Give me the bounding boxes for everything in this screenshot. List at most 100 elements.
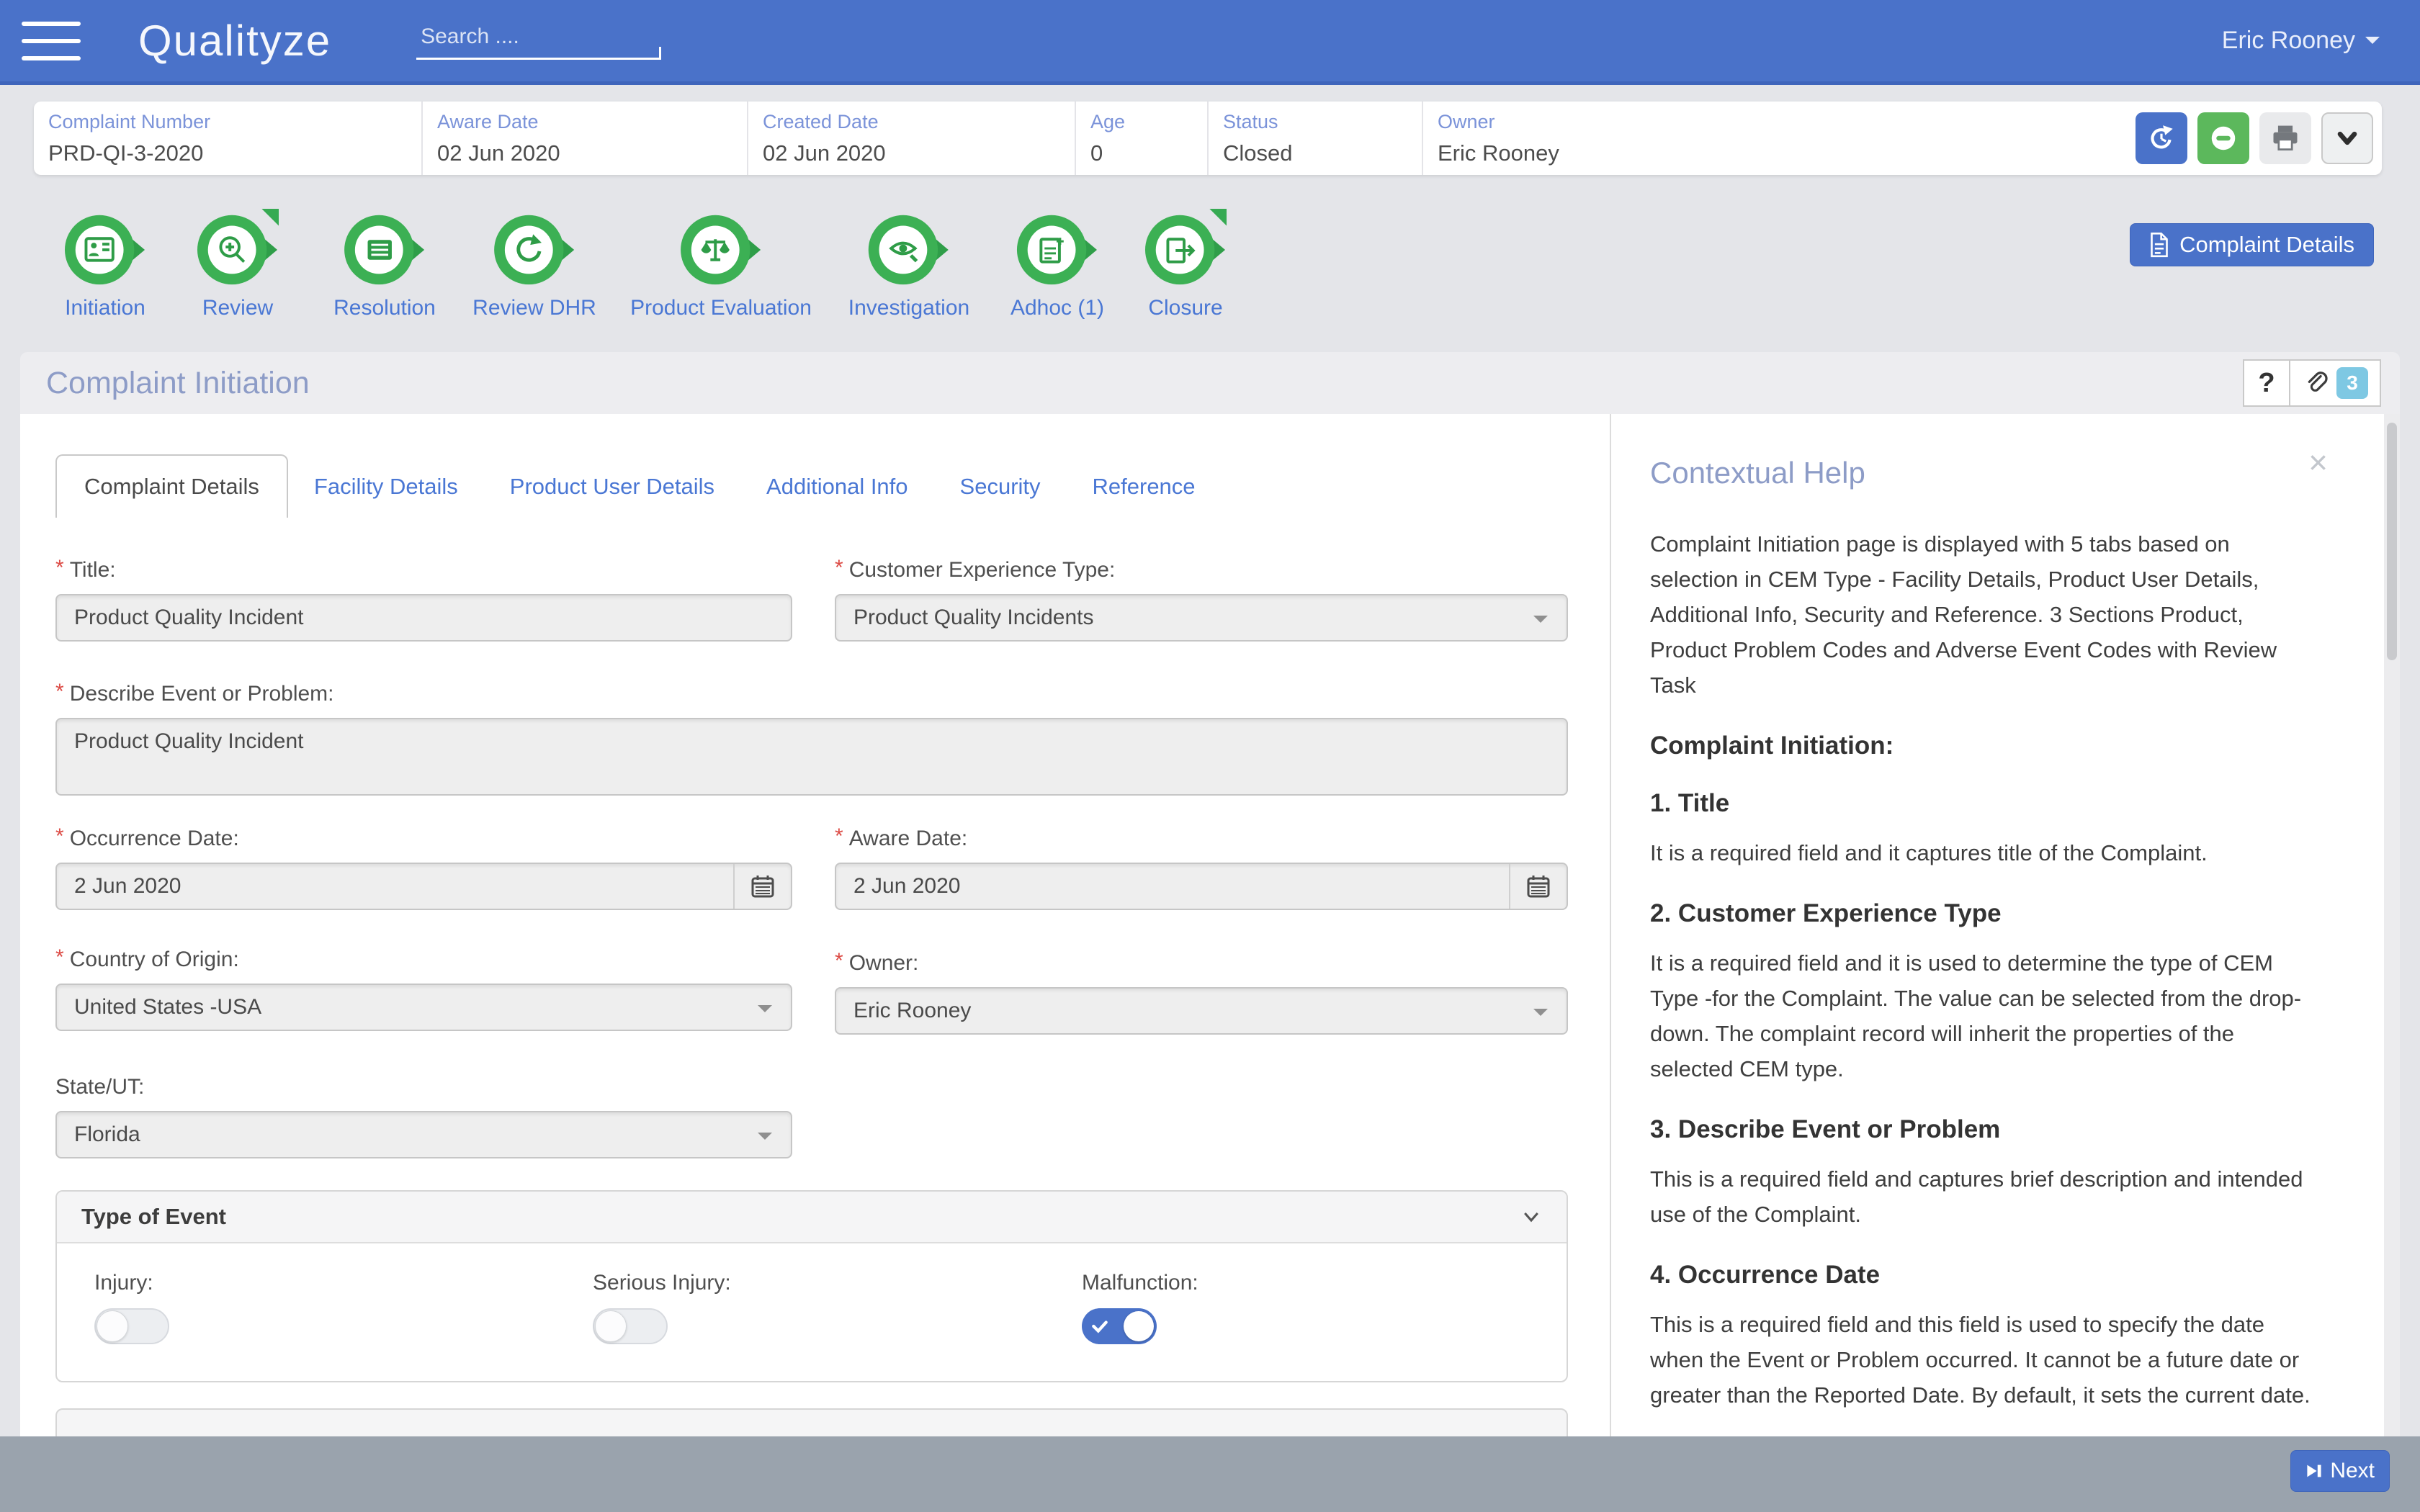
aware-date-value: 2 Jun 2020 — [836, 874, 1509, 899]
workflow-step-product-evaluation[interactable]: Product Evaluation — [630, 207, 812, 320]
summary-field-status: Status Closed — [1207, 102, 1422, 175]
tab-security[interactable]: Security — [934, 456, 1067, 518]
void-button[interactable] — [2197, 112, 2249, 164]
help-heading: 2. Customer Experience Type — [1650, 899, 2323, 928]
required-mark: * — [835, 556, 843, 580]
help-heading: 1. Title — [1650, 789, 2323, 818]
injury-label: Injury: — [94, 1271, 169, 1295]
cem-type-label: Customer Experience Type: — [849, 558, 1116, 582]
state-select[interactable]: Florida — [55, 1111, 792, 1158]
aware-date-input[interactable]: 2 Jun 2020 — [835, 863, 1568, 910]
scrollbar-thumb[interactable] — [2387, 423, 2397, 660]
help-subtitle: Complaint Initiation: — [1650, 732, 2323, 760]
calendar-button[interactable] — [733, 864, 791, 909]
workflow-step-adhoc[interactable]: Adhoc (1) — [1010, 207, 1104, 320]
owner-select[interactable]: Eric Rooney — [835, 987, 1568, 1035]
search-underline-tick — [659, 47, 661, 60]
workflow-step-review-dhr[interactable]: Review DHR — [472, 207, 596, 320]
field-customer-experience-type: *Customer Experience Type: Product Quali… — [835, 558, 1568, 642]
help-panel-title: Contextual Help — [1650, 456, 1865, 490]
adhoc-step-icon — [1015, 207, 1100, 289]
calendar-button[interactable] — [1509, 864, 1567, 909]
closure-step-icon — [1143, 207, 1228, 289]
help-panel-body: Complaint Initiation page is displayed w… — [1650, 526, 2323, 1512]
describe-label: Describe Event or Problem: — [70, 682, 334, 706]
document-icon — [2149, 232, 2169, 258]
workflow-step-initiation[interactable]: Initiation — [63, 207, 148, 320]
investigation-step-icon — [866, 207, 951, 289]
tab-complaint-details[interactable]: Complaint Details — [55, 454, 288, 518]
next-button[interactable]: Next — [2290, 1450, 2390, 1492]
describe-textarea[interactable]: Product Quality Incident — [55, 718, 1568, 796]
malfunction-label: Malfunction: — [1082, 1271, 1198, 1295]
type-of-event-header[interactable]: Type of Event — [57, 1192, 1567, 1243]
initiation-step-icon — [63, 207, 148, 289]
check-icon — [1090, 1317, 1109, 1336]
attachment-count-badge: 3 — [2336, 367, 2368, 399]
injury-toggle[interactable] — [94, 1308, 169, 1344]
contextual-help-button[interactable]: ? — [2243, 359, 2290, 407]
attachments-button[interactable]: 3 — [2289, 359, 2381, 407]
malfunction-toggle[interactable] — [1082, 1308, 1157, 1344]
country-select[interactable]: United States -USA — [55, 984, 792, 1031]
search-input[interactable] — [416, 22, 660, 60]
field-describe-event: *Describe Event or Problem: Product Qual… — [55, 682, 1568, 799]
review-dhr-step-icon — [492, 207, 577, 289]
workflow-step-investigation[interactable]: Investigation — [848, 207, 969, 320]
help-text: It is a required field and it captures t… — [1650, 835, 2323, 870]
action-footer: Next — [0, 1436, 2420, 1512]
occurrence-date-label: Occurrence Date: — [70, 827, 239, 850]
summary-field-aware-date: Aware Date 02 Jun 2020 — [421, 102, 747, 175]
history-button[interactable] — [2136, 112, 2187, 164]
tab-facility-details[interactable]: Facility Details — [288, 456, 484, 518]
record-action-buttons — [2136, 102, 2373, 175]
help-text: This is a required field and captures br… — [1650, 1161, 2323, 1232]
field-occurrence-date: *Occurrence Date: 2 Jun 2020 — [55, 827, 792, 910]
calendar-icon — [750, 873, 776, 899]
history-icon — [2146, 123, 2177, 153]
help-intro: Complaint Initiation page is displayed w… — [1650, 526, 2323, 703]
workflow-steps: Initiation Review Resolution — [0, 207, 2420, 333]
global-search — [416, 22, 660, 60]
required-mark: * — [835, 824, 843, 848]
skip-next-icon — [2305, 1462, 2323, 1480]
summary-field-age: Age 0 — [1075, 102, 1207, 175]
title-label: Title: — [70, 558, 116, 582]
select-caret-icon — [758, 1005, 772, 1020]
field-owner: *Owner: Eric Rooney — [835, 951, 1568, 1035]
printer-icon — [2269, 122, 2301, 154]
calendar-icon — [1525, 873, 1551, 899]
title-input[interactable] — [55, 594, 792, 642]
country-label: Country of Origin: — [70, 948, 239, 971]
toggle-group-serious-injury: Serious Injury: — [593, 1271, 731, 1344]
complaint-details-button-label: Complaint Details — [2179, 232, 2354, 258]
collapse-chevron-icon — [1520, 1206, 1542, 1228]
hamburger-menu-icon[interactable] — [22, 9, 81, 73]
workflow-step-closure[interactable]: Closure — [1143, 207, 1228, 320]
tab-reference[interactable]: Reference — [1067, 456, 1222, 518]
toggle-knob — [595, 1310, 627, 1342]
user-menu[interactable]: Eric Rooney — [2222, 27, 2380, 55]
workflow-step-resolution[interactable]: Resolution — [333, 207, 436, 320]
field-state-ut: State/UT: Florida — [55, 1075, 792, 1158]
cem-type-value: Product Quality Incidents — [853, 606, 1094, 630]
toggle-group-injury: Injury: — [94, 1271, 169, 1344]
serious-injury-toggle[interactable] — [593, 1308, 668, 1344]
help-scrollbar[interactable] — [2384, 414, 2400, 1512]
occurrence-date-value: 2 Jun 2020 — [57, 874, 733, 899]
minus-circle-icon — [2205, 120, 2242, 157]
summary-field-created-date: Created Date 02 Jun 2020 — [747, 102, 1075, 175]
occurrence-date-input[interactable]: 2 Jun 2020 — [55, 863, 792, 910]
required-mark: * — [835, 949, 843, 973]
review-step-icon — [195, 207, 280, 289]
tab-product-user-details[interactable]: Product User Details — [484, 456, 740, 518]
chevron-down-icon — [2365, 37, 2380, 51]
tab-additional-info[interactable]: Additional Info — [740, 456, 933, 518]
close-icon[interactable]: × — [2308, 446, 2328, 479]
workflow-step-review[interactable]: Review — [195, 207, 280, 320]
print-button[interactable] — [2259, 112, 2311, 164]
complaint-details-button[interactable]: Complaint Details — [2130, 223, 2374, 266]
more-actions-button[interactable] — [2321, 112, 2373, 164]
cem-type-select[interactable]: Product Quality Incidents — [835, 594, 1568, 642]
required-mark: * — [55, 556, 64, 580]
